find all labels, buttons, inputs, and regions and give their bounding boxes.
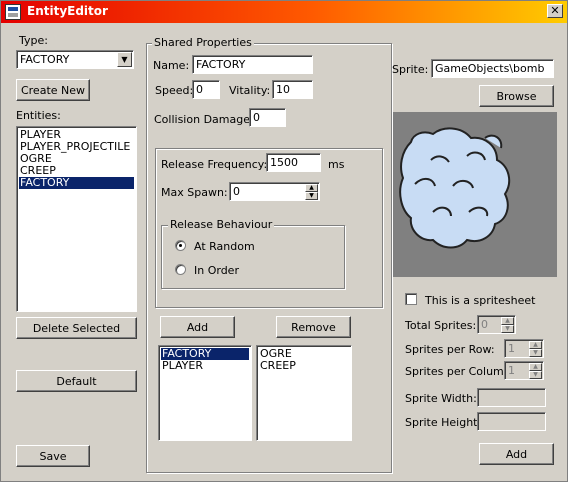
save-button[interactable]: Save	[16, 445, 90, 467]
chevron-down-icon[interactable]: ▼	[117, 52, 132, 67]
speed-label: Speed:	[155, 84, 194, 97]
collision-damage-field[interactable]: 0	[249, 108, 286, 127]
total-sprites-value: 0	[481, 318, 488, 331]
entities-listbox[interactable]: PLAYER PLAYER_PROJECTILE OGRE CREEP FACT…	[16, 126, 137, 312]
collision-damage-label: Collision Damage:	[154, 113, 254, 126]
sprites-per-column-spinner[interactable]: ▲ ▼	[529, 363, 542, 379]
list-item[interactable]: PLAYER	[161, 360, 249, 372]
cloud-body	[399, 127, 511, 249]
list-item-selected[interactable]: FACTORY	[19, 177, 134, 189]
type-label: Type:	[19, 34, 48, 47]
app-icon	[5, 4, 21, 20]
type-combobox-value: FACTORY	[20, 53, 70, 66]
spin-down-icon[interactable]: ▼	[529, 349, 542, 357]
spin-up-icon[interactable]: ▲	[305, 184, 318, 192]
at-random-radio[interactable]	[175, 240, 186, 251]
in-order-label[interactable]: In Order	[194, 264, 239, 277]
sprites-per-row-value: 1	[508, 342, 515, 355]
max-spawn-spinner[interactable]: ▲ ▼	[305, 184, 318, 200]
sprite-width-field[interactable]	[477, 388, 546, 407]
sprite-height-label: Sprite Height:	[405, 416, 482, 429]
add-spawn-button[interactable]: Add	[160, 316, 235, 338]
list-item[interactable]: CREEP	[259, 360, 349, 372]
sprite-label: Sprite:	[392, 63, 429, 76]
sprites-per-row-label: Sprites per Row:	[405, 343, 495, 356]
in-order-radio[interactable]	[175, 264, 186, 275]
delete-selected-button[interactable]: Delete Selected	[16, 317, 137, 339]
sprite-height-field[interactable]	[477, 412, 546, 431]
add-sprite-button[interactable]: Add	[479, 443, 554, 465]
total-sprites-label: Total Sprites:	[405, 319, 477, 332]
spin-down-icon[interactable]: ▼	[529, 371, 542, 379]
vitality-field[interactable]: 10	[272, 80, 313, 99]
window-title: EntityEditor	[27, 4, 108, 18]
spin-up-icon[interactable]: ▲	[501, 317, 514, 325]
sprites-per-column-value: 1	[508, 364, 515, 377]
at-random-label[interactable]: At Random	[194, 240, 255, 253]
sprites-per-column-label: Sprites per Column:	[405, 365, 515, 378]
type-combobox[interactable]: FACTORY ▼	[16, 50, 134, 69]
spin-up-icon[interactable]: ▲	[529, 341, 542, 349]
available-list[interactable]: OGRE CREEP	[256, 345, 352, 441]
sprite-path-field[interactable]: GameObjects\bomb	[431, 59, 554, 78]
sprite-preview	[393, 112, 557, 277]
create-new-button[interactable]: Create New	[16, 79, 90, 101]
release-frequency-field[interactable]: 1500	[266, 153, 321, 172]
bomb-sprite-image	[399, 127, 511, 249]
release-behaviour-group	[161, 225, 345, 289]
title-bar[interactable]: EntityEditor ✕	[1, 1, 567, 23]
remove-spawn-button[interactable]: Remove	[276, 316, 351, 338]
spin-down-icon[interactable]: ▼	[501, 325, 514, 333]
browse-button[interactable]: Browse	[479, 85, 554, 107]
spritesheet-checkbox[interactable]	[405, 293, 417, 305]
sprites-per-column-stepper[interactable]: 1 ▲ ▼	[504, 361, 544, 380]
max-spawn-stepper[interactable]: 0 ▲ ▼	[229, 182, 320, 201]
release-frequency-label: Release Frequency:	[161, 158, 268, 171]
total-sprites-spinner[interactable]: ▲ ▼	[501, 317, 514, 333]
release-frequency-unit: ms	[328, 158, 345, 171]
vitality-label: Vitality:	[229, 84, 271, 97]
max-spawn-value: 0	[233, 185, 240, 198]
spawn-list[interactable]: FACTORY PLAYER	[158, 345, 252, 441]
release-behaviour-title: Release Behaviour	[168, 218, 275, 231]
sprites-per-row-stepper[interactable]: 1 ▲ ▼	[504, 339, 544, 358]
shared-properties-title: Shared Properties	[152, 36, 254, 49]
default-button[interactable]: Default	[16, 370, 137, 392]
name-label: Name:	[153, 59, 190, 72]
sprite-width-label: Sprite Width:	[405, 392, 477, 405]
entity-editor-window: EntityEditor ✕ Type: FACTORY ▼ Create Ne…	[0, 0, 568, 482]
close-icon: ✕	[550, 4, 560, 17]
entities-label: Entities:	[16, 109, 61, 122]
name-field[interactable]: FACTORY	[192, 55, 313, 74]
spritesheet-label[interactable]: This is a spritesheet	[425, 294, 535, 307]
close-button[interactable]: ✕	[547, 4, 563, 18]
max-spawn-label: Max Spawn:	[161, 186, 228, 199]
total-sprites-stepper[interactable]: 0 ▲ ▼	[477, 315, 516, 334]
speed-field[interactable]: 0	[192, 80, 220, 99]
spin-down-icon[interactable]: ▼	[305, 192, 318, 200]
spin-up-icon[interactable]: ▲	[529, 363, 542, 371]
sprites-per-row-spinner[interactable]: ▲ ▼	[529, 341, 542, 357]
